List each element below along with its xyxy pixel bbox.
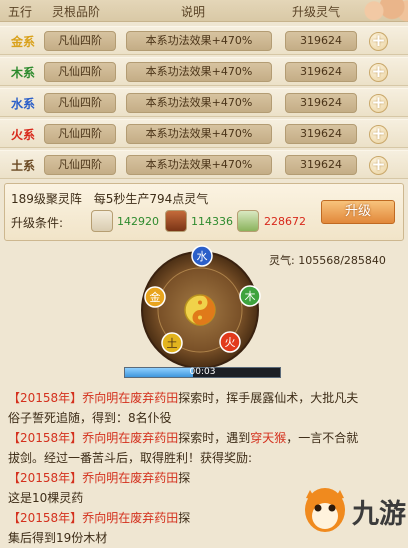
array-info: 189级聚灵阵 每5秒生产794点灵气 (11, 190, 216, 207)
log-monster: 穿天猴 (250, 431, 287, 445)
add-earth-button[interactable]: + (369, 156, 388, 175)
upgrade-cost: 319624 (285, 62, 357, 82)
cloud-decoration-icon (356, 0, 408, 22)
log-place: 废弃药田 (130, 471, 179, 485)
log-entry: 【20158年】乔向明在废弃药田探索时，遇到穿天猴，一言不合就 (8, 428, 408, 448)
element-rows: 金系 凡仙四阶 本系功法效果+470% 319624 + 木系 凡仙四阶 本系功… (0, 26, 408, 181)
log-name: 乔向明在 (82, 431, 131, 445)
element-label: 金系 (11, 35, 36, 49)
row-water: 水系 凡仙四阶 本系功法效果+470% 319624 + (0, 88, 408, 117)
effect-value: 本系功法效果+470% (126, 93, 272, 113)
log-year: 【20158年】 (8, 431, 83, 445)
wheel-label-metal: 金 (150, 290, 161, 304)
wheel-label-water: 水 (197, 250, 208, 263)
grade-value: 凡仙四阶 (44, 155, 116, 175)
log-entry-cont: 俗子誓死追随，得到：8名仆役 (8, 411, 172, 425)
effect-value: 本系功法效果+470% (126, 124, 272, 144)
upgrade-button[interactable]: 升级 (321, 200, 395, 224)
wheel-label-fire: 火 (225, 336, 236, 349)
array-production: 每5秒生产794点灵气 (93, 192, 209, 206)
log-place: 废弃药田 (130, 391, 179, 405)
log-text: ，一言不合就 (286, 431, 359, 445)
log-name: 乔向明在 (82, 391, 131, 405)
condition-label: 升级条件: (11, 216, 64, 230)
row-earth: 土系 凡仙四阶 本系功法效果+470% 319624 + (0, 150, 408, 179)
add-metal-button[interactable]: + (369, 32, 388, 51)
log-name: 乔向明在 (82, 471, 131, 485)
watermark-text: 九游 (352, 499, 406, 530)
spirit-array-panel: 189级聚灵阵 每5秒生产794点灵气 升级条件: 142920 114336 … (4, 183, 404, 241)
upgrade-cost: 319624 (285, 31, 357, 51)
row-wood: 木系 凡仙四阶 本系功法效果+470% 319624 + (0, 57, 408, 86)
grade-value: 凡仙四阶 (44, 31, 116, 51)
element-label: 火系 (11, 128, 36, 142)
array-level: 189级聚灵阵 (11, 192, 82, 206)
add-wood-button[interactable]: + (369, 63, 388, 82)
production-progress-bar: 00:03 (124, 367, 281, 378)
log-text: 探索时，遇到 (178, 431, 251, 445)
wheel-label-wood: 木 (245, 290, 256, 303)
herb-icon (237, 210, 259, 232)
row-metal: 金系 凡仙四阶 本系功法效果+470% 319624 + (0, 26, 408, 55)
upgrade-cost: 319624 (285, 124, 357, 144)
fire-element-icon[interactable]: 火 (219, 331, 241, 353)
header-grade: 灵根品阶 (52, 5, 101, 19)
effect-value: 本系功法效果+470% (126, 155, 272, 175)
metal-element-icon[interactable]: 金 (144, 286, 166, 308)
water-element-icon[interactable]: 水 (191, 245, 213, 267)
row-fire: 火系 凡仙四阶 本系功法效果+470% 319624 + (0, 119, 408, 148)
grade-value: 凡仙四阶 (44, 124, 116, 144)
log-text: 探 (178, 511, 191, 525)
log-year: 【20158年】 (8, 471, 83, 485)
log-text: 探索时，挥手展露仙术，大批凡夫 (178, 391, 359, 405)
log-place: 废弃药田 (130, 511, 179, 525)
log-year: 【20158年】 (8, 511, 83, 525)
header-upgrade: 升级灵气 (292, 5, 341, 19)
qi-readout: 灵气: 105568/285840 (269, 252, 386, 268)
add-water-button[interactable]: + (369, 94, 388, 113)
log-place: 废弃药田 (130, 431, 179, 445)
five-elements-wheel: 水 木 火 土 金 (141, 245, 261, 369)
cost-herb: 228672 (264, 215, 306, 228)
qi-label: 灵气: (269, 254, 295, 267)
effect-value: 本系功法效果+470% (126, 62, 272, 82)
earth-element-icon[interactable]: 土 (161, 332, 183, 354)
wheel-label-earth: 土 (167, 337, 178, 350)
jiuyou-watermark: 九游 (300, 480, 408, 540)
wood-element-icon[interactable]: 木 (239, 285, 261, 307)
fox-mascot-icon (305, 488, 345, 532)
cost-stone: 142920 (117, 215, 159, 228)
yin-yang-icon (184, 294, 216, 326)
element-label: 木系 (11, 66, 36, 80)
wood-icon (165, 210, 187, 232)
table-header: 五行 灵根品阶 说明 升级灵气 (0, 0, 408, 22)
log-entry: 【20158年】乔向明在废弃药田探索时，挥手展露仙术，大批凡夫 (8, 388, 408, 408)
qi-value: 105568/285840 (298, 254, 386, 267)
element-label: 水系 (11, 97, 36, 111)
add-fire-button[interactable]: + (369, 125, 388, 144)
cost-wood: 114336 (191, 215, 233, 228)
progress-timer: 00:03 (189, 367, 216, 377)
header-element: 五行 (8, 5, 33, 19)
upgrade-cost: 319624 (285, 93, 357, 113)
log-text: 探 (178, 471, 191, 485)
stone-icon (91, 210, 113, 232)
log-entry-cont: 拔剑。经过一番苦斗后，取得胜利！获得奖励: (8, 451, 253, 465)
element-label: 土系 (11, 159, 36, 173)
grade-value: 凡仙四阶 (44, 62, 116, 82)
header-desc: 说明 (181, 5, 206, 19)
upgrade-cost: 319624 (285, 155, 357, 175)
grade-value: 凡仙四阶 (44, 93, 116, 113)
log-name: 乔向明在 (82, 511, 131, 525)
log-year: 【20158年】 (8, 391, 83, 405)
effect-value: 本系功法效果+470% (126, 31, 272, 51)
